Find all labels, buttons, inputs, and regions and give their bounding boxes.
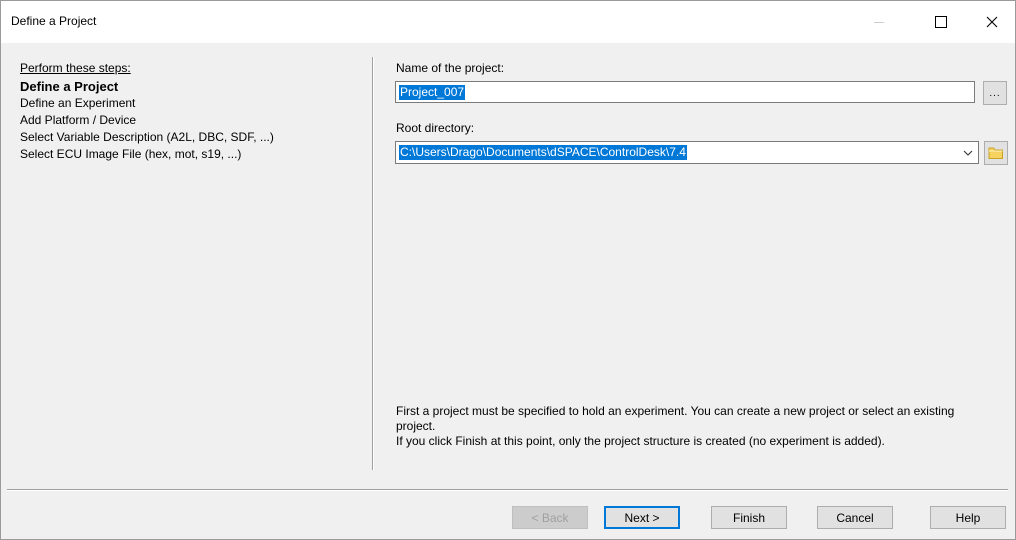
next-button[interactable]: Next > [604, 506, 680, 529]
dialog-window: Define a Project Perform these steps: De… [0, 0, 1016, 540]
minimize-button[interactable] [856, 1, 902, 43]
dropdown-arrow[interactable] [958, 142, 978, 163]
title-bar: Define a Project [1, 1, 1015, 43]
project-name-label: Name of the project: [396, 61, 505, 75]
window-title: Define a Project [11, 14, 97, 28]
steps-header: Perform these steps: [20, 61, 131, 75]
minimize-icon [874, 21, 884, 23]
project-name-input[interactable]: Project_007 [395, 81, 975, 103]
back-button[interactable]: < Back [512, 506, 588, 529]
steps-panel: Perform these steps: Define a Project De… [20, 61, 274, 163]
root-directory-combobox[interactable]: C:\Users\Drago\Documents\dSPACE\ControlD… [395, 141, 979, 164]
maximize-icon [935, 16, 947, 28]
browse-project-button[interactable]: ... [983, 81, 1007, 105]
dialog-client-area: Perform these steps: Define a Project De… [1, 43, 1015, 539]
step-define-experiment: Define an Experiment [20, 96, 136, 110]
folder-icon [988, 147, 1003, 159]
step-add-platform: Add Platform / Device [20, 113, 137, 127]
chevron-down-icon [963, 150, 973, 156]
root-directory-label: Root directory: [396, 121, 475, 135]
project-name-value: Project_007 [399, 85, 466, 100]
browse-folder-button[interactable] [984, 141, 1008, 165]
step-define-project: Define a Project [20, 79, 119, 94]
help-button[interactable]: Help [930, 506, 1006, 529]
info-line-2: If you click Finish at this point, only … [396, 434, 885, 448]
close-icon [986, 16, 998, 28]
step-select-variable-description: Select Variable Description (A2L, DBC, S… [20, 130, 274, 144]
root-directory-value: C:\Users\Drago\Documents\dSPACE\ControlD… [399, 145, 687, 160]
vertical-divider [372, 57, 374, 470]
horizontal-divider [7, 489, 1008, 491]
finish-button[interactable]: Finish [711, 506, 787, 529]
step-select-ecu-image: Select ECU Image File (hex, mot, s19, ..… [20, 147, 242, 161]
close-button[interactable] [969, 1, 1015, 43]
info-text: First a project must be specified to hol… [396, 404, 996, 449]
info-line-1: First a project must be specified to hol… [396, 404, 955, 433]
cancel-button[interactable]: Cancel [817, 506, 893, 529]
maximize-button[interactable] [918, 1, 964, 43]
